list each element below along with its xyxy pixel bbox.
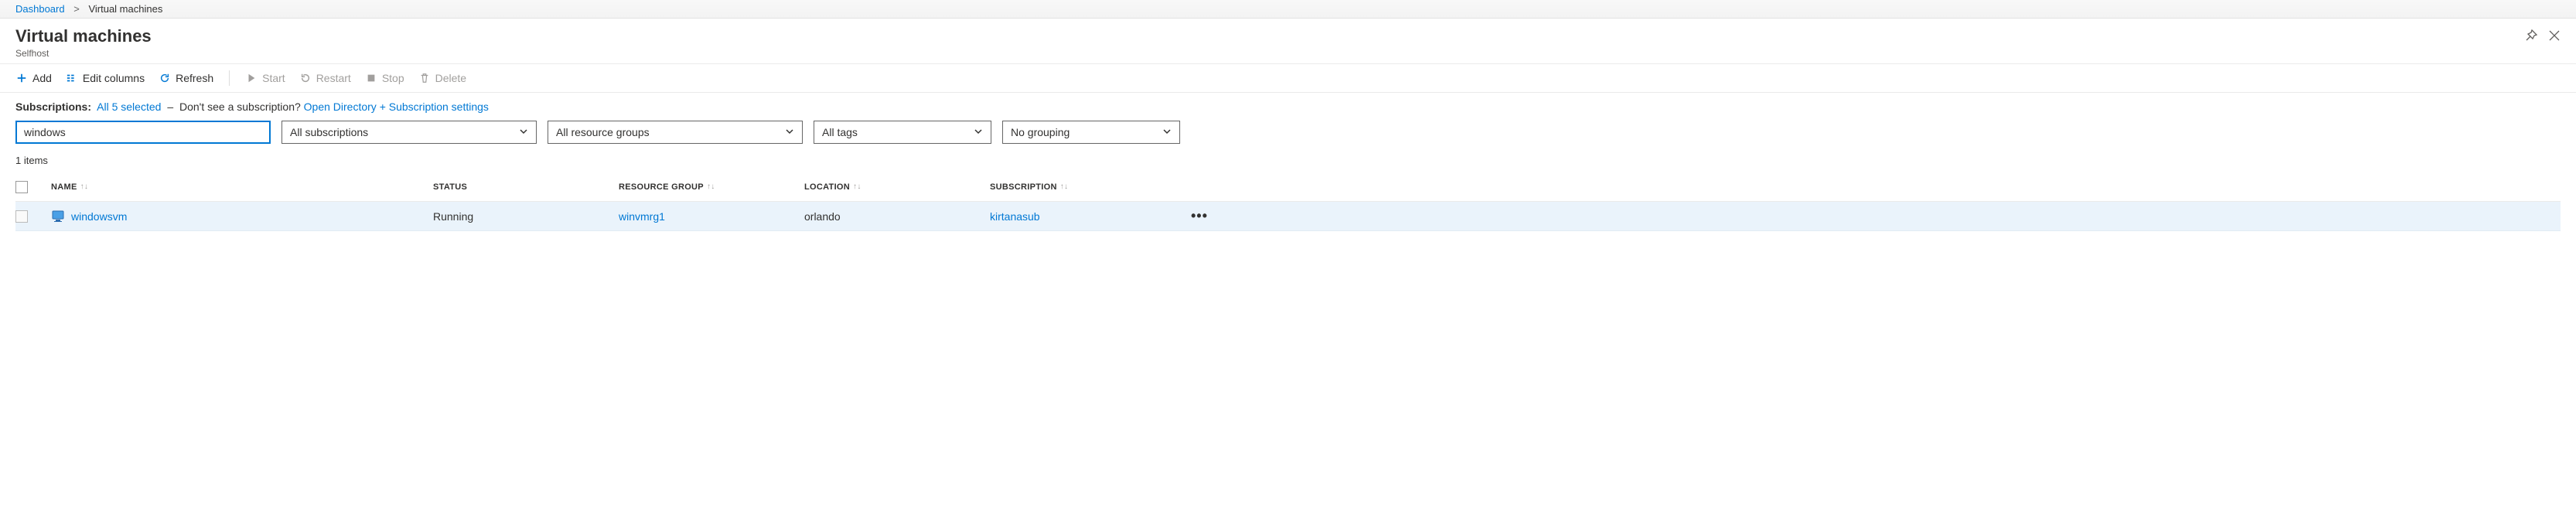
search-input[interactable] [24,126,262,138]
stop-button: Stop [365,72,404,84]
resource-groups-dropdown-label: All resource groups [556,126,650,138]
columns-icon [66,72,78,84]
sort-icon: ↑↓ [80,182,89,191]
select-all-checkbox[interactable] [15,181,28,193]
vm-status: Running [433,210,619,223]
edit-columns-label: Edit columns [83,72,145,84]
pin-icon[interactable] [2525,29,2537,42]
col-name-label: Name [51,182,77,192]
stop-label: Stop [382,72,404,84]
tags-dropdown-label: All tags [822,126,858,138]
stop-icon [365,72,377,84]
chevron-down-icon [1162,126,1172,138]
vm-table: Name ↑↓ Status Resource group ↑↓ Locatio… [0,172,2576,240]
sort-icon: ↑↓ [1060,182,1069,191]
vm-subscription-link[interactable]: kirtanasub [990,210,1040,223]
trash-icon [418,72,431,84]
delete-button: Delete [418,72,466,84]
search-field[interactable] [15,121,271,144]
col-rg-label: Resource group [619,182,704,192]
subscriptions-dash: – [167,101,176,113]
col-subscription[interactable]: Subscription ↑↓ [990,182,1191,192]
vm-icon [51,210,65,223]
col-resource-group[interactable]: Resource group ↑↓ [619,182,804,192]
subscriptions-selected-link[interactable]: All 5 selected [97,101,161,113]
breadcrumb-current: Virtual machines [88,3,162,15]
vm-resource-group-link[interactable]: winvmrg1 [619,210,665,223]
page-title: Virtual machines [15,26,152,46]
subscriptions-label: Subscriptions: [15,101,91,113]
items-count: 1 items [0,152,2576,172]
restart-button: Restart [299,72,351,84]
vm-name-link[interactable]: windowsvm [71,210,127,223]
sort-icon: ↑↓ [707,182,715,191]
sort-icon: ↑↓ [853,182,862,191]
breadcrumb-separator: > [73,3,80,15]
delete-label: Delete [435,72,466,84]
col-status-label: Status [433,182,467,192]
close-icon[interactable] [2548,29,2561,42]
restart-icon [299,72,312,84]
grouping-dropdown[interactable]: No grouping [1002,121,1180,144]
vm-location: orlando [804,210,990,223]
grouping-dropdown-label: No grouping [1011,126,1070,138]
table-row[interactable]: windowsvm Running winvmrg1 orlando kirta… [15,202,2561,231]
subscriptions-hint: Don't see a subscription? [179,101,301,113]
add-button[interactable]: Add [15,72,52,84]
refresh-icon [159,72,171,84]
toolbar: Add Edit columns Refresh Start Restart S… [0,64,2576,93]
subscriptions-dropdown-label: All subscriptions [290,126,368,138]
play-icon [245,72,258,84]
page-header: Virtual machines Selfhost [0,19,2576,64]
start-button: Start [245,72,285,84]
col-location-label: Location [804,182,850,192]
row-more-button[interactable]: ••• [1191,208,1222,224]
col-subscription-label: Subscription [990,182,1057,192]
table-header: Name ↑↓ Status Resource group ↑↓ Locatio… [15,172,2561,202]
chevron-down-icon [519,126,528,138]
open-directory-link[interactable]: Open Directory + Subscription settings [304,101,489,113]
chevron-down-icon [785,126,794,138]
chevron-down-icon [974,126,983,138]
edit-columns-button[interactable]: Edit columns [66,72,145,84]
row-checkbox[interactable] [15,210,28,223]
plus-icon [15,72,28,84]
subscriptions-dropdown[interactable]: All subscriptions [281,121,537,144]
col-name[interactable]: Name ↑↓ [46,182,433,192]
subscriptions-row: Subscriptions: All 5 selected – Don't se… [0,93,2576,113]
breadcrumb: Dashboard > Virtual machines [0,0,2576,19]
resource-groups-dropdown[interactable]: All resource groups [548,121,803,144]
start-label: Start [262,72,285,84]
page-subtitle: Selfhost [15,48,152,59]
refresh-button[interactable]: Refresh [159,72,213,84]
tags-dropdown[interactable]: All tags [814,121,991,144]
refresh-label: Refresh [176,72,213,84]
col-location[interactable]: Location ↑↓ [804,182,990,192]
toolbar-divider [229,70,230,86]
restart-label: Restart [316,72,351,84]
filters-row: All subscriptions All resource groups Al… [0,113,2576,152]
breadcrumb-dashboard[interactable]: Dashboard [15,3,65,15]
add-label: Add [32,72,52,84]
col-status[interactable]: Status [433,182,619,192]
